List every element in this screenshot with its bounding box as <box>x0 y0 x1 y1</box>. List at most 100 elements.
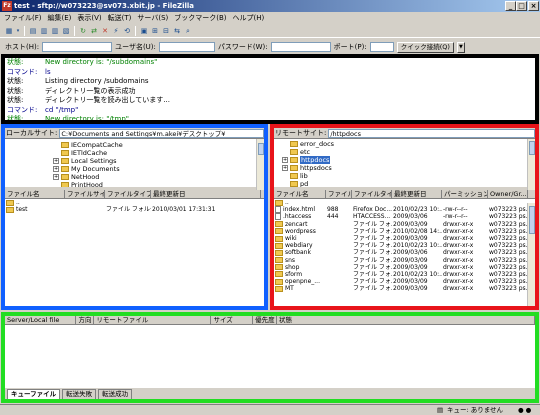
menu-view[interactable]: 表示(V) <box>77 13 101 24</box>
column-header[interactable]: Server/Local file <box>5 316 77 324</box>
menu-help[interactable]: ヘルプ(H) <box>233 13 265 24</box>
tree-node[interactable]: error_docs <box>282 140 535 148</box>
filter-icon[interactable]: ⊞ <box>150 26 160 36</box>
file-size: 988 <box>326 206 352 213</box>
dropdown-icon[interactable]: ▾ <box>15 26 21 36</box>
menu-bookmarks[interactable]: ブックマーク(B) <box>174 13 226 24</box>
host-input[interactable] <box>42 42 113 52</box>
minimize-button[interactable]: _ <box>505 1 516 11</box>
column-header[interactable]: Owner/Gr... <box>488 190 528 198</box>
file-row[interactable]: sform ファイル フォ...2010/02/23 10:...drwxr-xr… <box>274 271 535 278</box>
tree-node[interactable]: + NetHood <box>53 173 264 181</box>
file-perm: -rw-r--r-- <box>442 206 488 213</box>
tree-node[interactable]: IECompatCache <box>53 141 264 149</box>
column-header[interactable]: 方向 <box>76 316 95 324</box>
file-row[interactable]: shop ファイル フォ...2009/03/09 drwxr-xr-x w07322… <box>274 264 535 271</box>
column-header[interactable]: ファイルサイズ <box>326 190 352 198</box>
tab-failed-transfers[interactable]: 転送失敗 <box>62 389 97 399</box>
remote-file-scrollbar[interactable] <box>527 203 535 306</box>
column-header[interactable]: ファイル名 <box>274 190 326 198</box>
port-input[interactable] <box>369 42 394 52</box>
tree-node[interactable]: + httpsdocs <box>282 164 535 172</box>
toggle-remote-tree-icon[interactable]: ▥ <box>50 26 60 36</box>
expand-icon[interactable]: + <box>53 174 59 180</box>
tree-node[interactable]: + Local Settings <box>53 157 264 165</box>
column-header[interactable]: ファイルタイプ <box>352 190 392 198</box>
tree-node[interactable]: etc <box>282 148 535 156</box>
file-row[interactable]: sns ファイル フォ...2009/03/09 drwxr-xr-x w073223… <box>274 257 535 264</box>
file-row[interactable]: .htaccess 444 HTACCESS... 2009/03/06 -rw-r--… <box>274 213 535 221</box>
quickconnect-dropdown-icon[interactable]: ▼ <box>456 41 465 53</box>
file-size <box>326 235 352 242</box>
reconnect-icon[interactable]: ⟲ <box>122 26 132 36</box>
file-row[interactable]: wiki ファイル フォ...2009/03/09 drwxr-xr-x w07322… <box>274 235 535 242</box>
tree-node[interactable]: PrintHood <box>53 181 264 187</box>
quickconnect-button[interactable]: クイック接続(Q) <box>396 41 454 53</box>
column-header[interactable]: 優先度 <box>253 316 278 324</box>
file-row[interactable]: openpne_... ファイル フォ...2009/03/09 drwxr-xr-… <box>274 278 535 285</box>
close-button[interactable]: × <box>528 1 539 11</box>
tab-queued-files[interactable]: キューファイル <box>7 389 61 399</box>
expand-icon[interactable]: + <box>282 165 288 171</box>
column-header[interactable]: パーミッション <box>442 190 488 198</box>
column-header[interactable]: リモートファイル <box>94 316 212 324</box>
column-header[interactable]: ファイル名 <box>5 190 65 198</box>
process-queue-icon[interactable]: ⇄ <box>89 26 99 36</box>
compare-icon[interactable]: ⊟ <box>161 26 171 36</box>
tree-node[interactable]: pd <box>282 180 535 187</box>
sync-browse-icon[interactable]: ⇆ <box>172 26 182 36</box>
file-row[interactable]: test ファイル フォルダ 2010/03/01 17:31:31 <box>5 206 264 213</box>
tree-node[interactable]: lib <box>282 172 535 180</box>
expand-icon[interactable]: + <box>53 158 59 164</box>
file-date: 2009/03/06 <box>392 249 442 256</box>
file-row[interactable]: webdiary ファイル フォ...2010/02/23 10:...drwxr… <box>274 242 535 249</box>
refresh-icon[interactable]: ↻ <box>78 26 88 36</box>
toolbar-divider <box>74 26 75 36</box>
tab-successful-transfers[interactable]: 転送成功 <box>98 389 133 399</box>
file-row[interactable]: wordpress ファイル フォ...2010/02/08 14:...drwx… <box>274 228 535 235</box>
file-type: ファイル フォ... <box>352 228 392 235</box>
file-row[interactable]: .. <box>274 199 535 206</box>
username-input[interactable] <box>158 42 215 52</box>
file-name-text: wiki <box>285 234 297 242</box>
file-row[interactable]: .. <box>5 199 264 206</box>
menu-server[interactable]: サーバ(S) <box>137 13 168 24</box>
file-row[interactable]: MT ファイル フォ...2009/03/09 drwxr-xr-x w073223 … <box>274 285 535 292</box>
tree-node[interactable]: IETldCache <box>53 149 264 157</box>
column-header[interactable]: 最終更新日 <box>151 190 261 198</box>
column-header[interactable]: ファイルタイプ <box>105 190 151 198</box>
cancel-icon[interactable]: ✕ <box>100 26 110 36</box>
column-header[interactable]: サイズ <box>211 316 254 324</box>
directory-listing-icon[interactable]: ▣ <box>139 26 149 36</box>
file-row[interactable]: index.html 988 Firefox Doc... 2010/02/23 10… <box>274 206 535 214</box>
column-header[interactable]: ファイルサイズ <box>65 190 105 198</box>
expand-icon[interactable]: + <box>282 157 288 163</box>
toggle-queue-icon[interactable]: ▧ <box>61 26 71 36</box>
toggle-log-icon[interactable]: ▤ <box>28 26 38 36</box>
search-icon[interactable]: ⌕ <box>183 26 193 36</box>
menu-edit[interactable]: 編集(E) <box>48 13 72 24</box>
maximize-button[interactable]: □ <box>516 1 527 11</box>
site-manager-icon[interactable]: ▦ <box>4 26 14 36</box>
menu-file[interactable]: ファイル(F) <box>4 13 42 24</box>
remote-path-input[interactable]: /httpdocs <box>328 128 535 138</box>
file-row[interactable]: zencart ファイル フォ...2009/03/09 drwxr-xr-x w07… <box>274 221 535 228</box>
remote-tree-scrollbar[interactable] <box>527 139 535 190</box>
password-input[interactable] <box>270 42 331 52</box>
column-header[interactable]: 状態 <box>277 316 535 324</box>
local-tree-scrollbar[interactable] <box>256 139 264 190</box>
folder-icon <box>61 182 69 187</box>
file-row[interactable]: softbank ファイル フォ...2009/03/06 drwxr-xr-x w0… <box>274 249 535 256</box>
tree-node[interactable]: + My Documents <box>53 165 264 173</box>
log-label: コマンド: <box>7 67 38 76</box>
tree-node[interactable]: + httpdocs <box>282 156 535 164</box>
file-name: test <box>5 206 65 213</box>
file-type: ファイル フォ... <box>352 271 392 278</box>
expand-icon[interactable]: + <box>53 166 59 172</box>
file-perm-text: drwxr-xr-x <box>443 249 474 257</box>
toggle-local-tree-icon[interactable]: ▥ <box>39 26 49 36</box>
menu-transfer[interactable]: 転送(T) <box>108 13 132 24</box>
disconnect-icon[interactable]: ⚡ <box>111 26 121 36</box>
local-path-input[interactable]: C:¥Documents and Settings¥m.akei¥デスクトップ¥ <box>59 128 264 138</box>
column-header[interactable]: 最終更新日 <box>392 190 442 198</box>
